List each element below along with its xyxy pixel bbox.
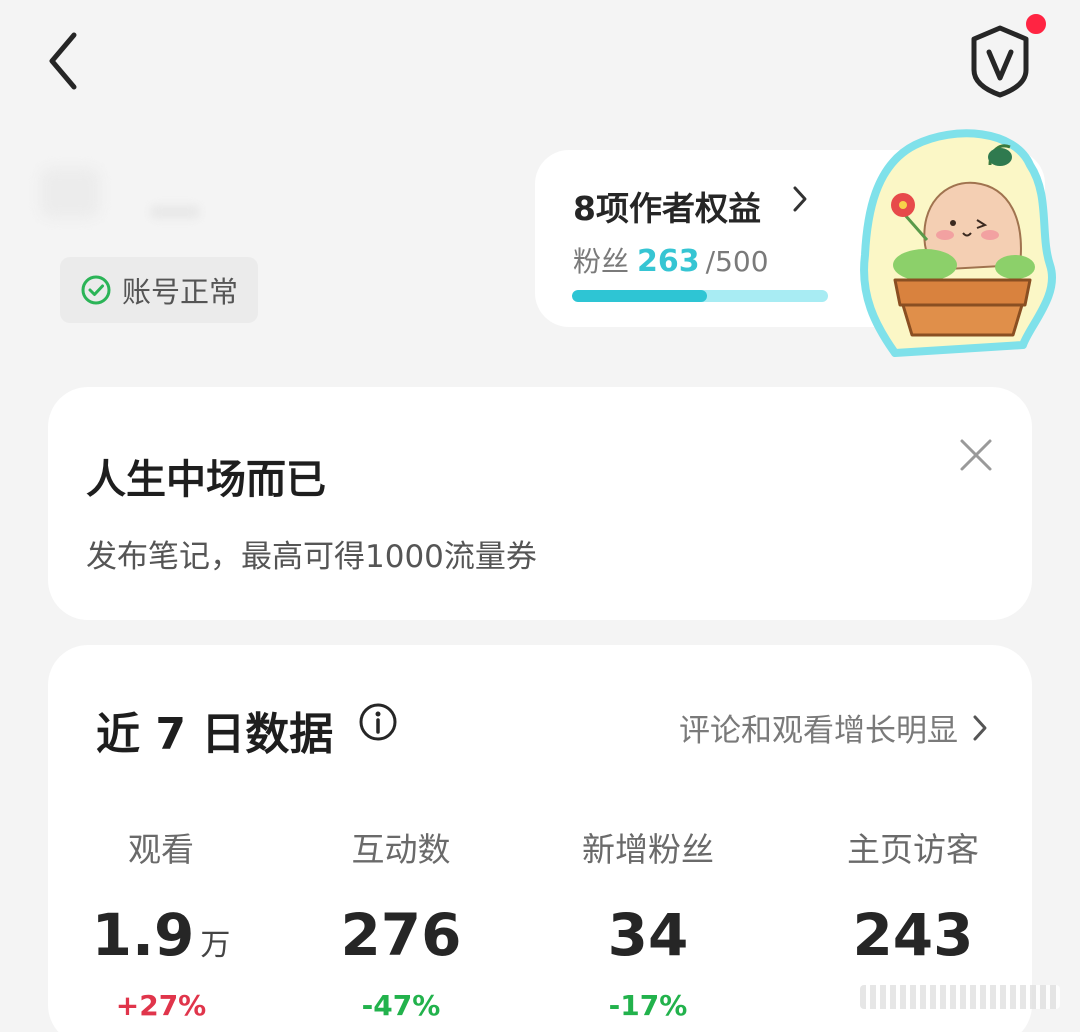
chevron-right-icon xyxy=(973,715,987,740)
back-button[interactable] xyxy=(38,28,88,94)
metric-views[interactable]: 观看 1.9 万 +27% xyxy=(86,823,236,1022)
metric-label: 观看 xyxy=(128,830,194,869)
mascot-illustration xyxy=(860,129,1056,357)
watermark xyxy=(860,985,1060,1009)
metric-change: -17% xyxy=(608,989,688,1022)
fans-progress-text: 粉丝 263 /500 xyxy=(573,240,769,280)
author-rights-title: 8项作者权益 xyxy=(573,189,761,228)
metric-label: 主页访客 xyxy=(847,830,979,869)
metric-change: -47% xyxy=(361,989,441,1022)
trend-insight-text: 评论和观看增长明显 xyxy=(679,713,958,749)
stats-card: 近 7 日数据 评论和观看增长明显 观看 1.9 万 +27% 互动数 276 -… xyxy=(48,645,1032,1032)
metric-unit: 万 xyxy=(200,928,231,963)
shield-v-icon xyxy=(971,25,1029,98)
close-icon[interactable] xyxy=(956,435,996,475)
account-status-badge[interactable]: 账号正常 xyxy=(60,257,258,323)
avatar[interactable] xyxy=(40,168,100,218)
chevron-right-icon xyxy=(793,186,807,212)
account-status-label: 账号正常 xyxy=(122,275,239,309)
metric-value: 34 xyxy=(607,901,689,969)
metric-profile-visitors[interactable]: 主页访客 243 xyxy=(818,823,1008,989)
metric-value: 1.9 xyxy=(91,901,195,969)
promo-card[interactable]: 人生中场而已 发布笔记，最高可得1000流量券 xyxy=(48,387,1032,620)
promo-title: 人生中场而已 xyxy=(86,457,326,503)
promo-subtitle: 发布笔记，最高可得1000流量券 xyxy=(86,539,537,575)
fans-count: 263 xyxy=(637,244,700,279)
info-icon[interactable] xyxy=(358,702,398,742)
notification-dot xyxy=(1024,12,1048,36)
fans-progress-bar xyxy=(572,290,828,302)
fans-label: 粉丝 xyxy=(573,245,630,278)
profile-name xyxy=(150,205,200,219)
stats-title: 近 7 日数据 xyxy=(96,709,334,760)
metric-label: 新增粉丝 xyxy=(582,830,714,869)
chevron-left-icon xyxy=(49,32,77,90)
metric-change: +27% xyxy=(115,989,207,1022)
metric-interactions[interactable]: 互动数 276 -47% xyxy=(321,823,481,1022)
metric-new-fans[interactable]: 新增粉丝 34 -17% xyxy=(553,823,743,1022)
trend-insight-link[interactable]: 评论和观看增长明显 xyxy=(679,705,988,750)
metric-label: 互动数 xyxy=(351,830,451,869)
check-circle-icon xyxy=(81,275,111,305)
metric-value: 243 xyxy=(852,901,974,969)
verification-shield-button[interactable] xyxy=(962,22,1038,100)
metric-value: 276 xyxy=(340,901,462,969)
fans-progress-fill xyxy=(572,290,707,302)
fans-goal: /500 xyxy=(705,245,769,278)
